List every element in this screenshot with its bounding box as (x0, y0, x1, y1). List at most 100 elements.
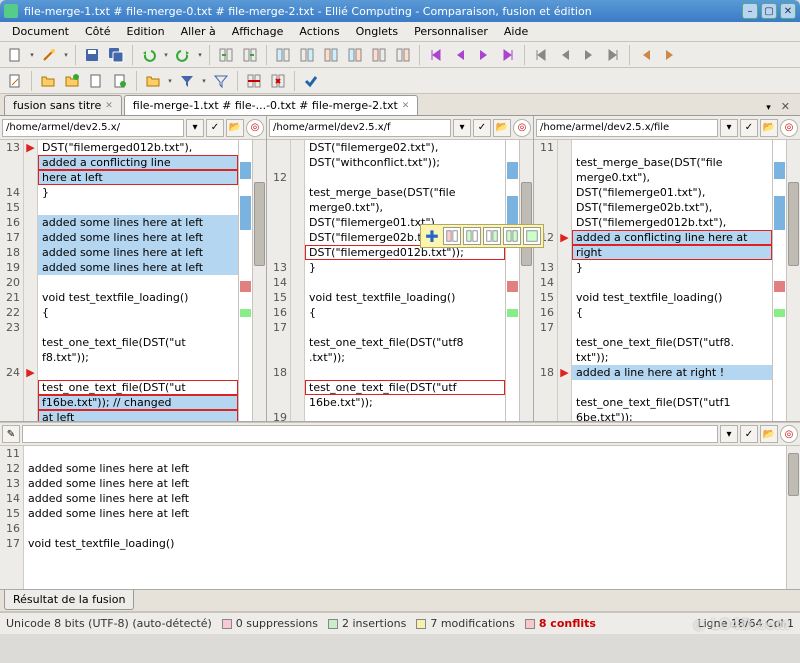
tab-close-icon[interactable]: ✕ (105, 101, 113, 111)
wand-button[interactable] (38, 44, 60, 66)
diff-b-button[interactable] (296, 44, 318, 66)
float-action2-button[interactable] (463, 227, 481, 245)
merged-dropdown[interactable]: ▾ (720, 425, 738, 443)
filter-button[interactable] (176, 70, 198, 92)
pane-2-diffmap[interactable] (772, 140, 786, 421)
pane-0-history-dropdown[interactable]: ▾ (186, 119, 204, 137)
pane-0-check-button[interactable]: ✓ (206, 119, 224, 137)
merge-action-button[interactable] (243, 70, 265, 92)
new-button[interactable] (4, 44, 26, 66)
pane-2-check-button[interactable]: ✓ (740, 119, 758, 137)
undo-button[interactable] (138, 44, 160, 66)
menu-onglets[interactable]: Onglets (348, 23, 406, 40)
nav-first-conflict-button[interactable] (530, 44, 552, 66)
status-conflits: 8 conflits (525, 617, 596, 630)
pane-0-codearea[interactable]: 131415161718192021222324▶▶ DST("filemerg… (0, 140, 266, 421)
merged-check-button[interactable]: ✓ (740, 425, 758, 443)
merged-edit-icon[interactable]: ✎ (2, 425, 20, 443)
pane-1-diffmap[interactable] (505, 140, 519, 421)
pane-1-check-button[interactable]: ✓ (473, 119, 491, 137)
filter-dropdown[interactable]: ▾ (200, 77, 208, 85)
menu-actions[interactable]: Actions (291, 23, 347, 40)
menu-aide[interactable]: Aide (496, 23, 536, 40)
menu-edition[interactable]: Edition (119, 23, 173, 40)
merged-vscroll[interactable] (786, 446, 800, 589)
diff-f-button[interactable] (392, 44, 414, 66)
redo-button[interactable] (172, 44, 194, 66)
pane-1-history-dropdown[interactable]: ▾ (453, 119, 471, 137)
pane-1-path-input[interactable] (269, 119, 451, 137)
nav-next-button[interactable] (473, 44, 495, 66)
nav-next-conflict-button[interactable] (578, 44, 600, 66)
nav-first-button[interactable] (425, 44, 447, 66)
diff-c-button[interactable] (320, 44, 342, 66)
tab-fusion-sans-titre[interactable]: fusion sans titre✕ (4, 95, 122, 115)
nav-h-button[interactable] (659, 44, 681, 66)
merge-left-button[interactable] (215, 44, 237, 66)
merge-left2-button[interactable] (239, 44, 261, 66)
edit-doc-button[interactable] (4, 70, 26, 92)
merged-path-input[interactable] (22, 425, 718, 443)
nav-prev-conflict-button[interactable] (554, 44, 576, 66)
pane-0-target-button[interactable]: ◎ (246, 119, 264, 137)
nav-last-conflict-button[interactable] (602, 44, 624, 66)
diff-d-button[interactable] (344, 44, 366, 66)
pane-2-history-dropdown[interactable]: ▾ (720, 119, 738, 137)
diff-a-button[interactable] (272, 44, 294, 66)
pane-1-vscroll[interactable] (519, 140, 533, 421)
float-action3-button[interactable] (483, 227, 501, 245)
wand-dropdown[interactable]: ▾ (62, 51, 70, 59)
float-action1-button[interactable] (443, 227, 461, 245)
merge-x-button[interactable] (267, 70, 289, 92)
doc-refresh-button[interactable] (109, 70, 131, 92)
pane-0-path-input[interactable] (2, 119, 184, 137)
merged-target-button[interactable]: ◎ (780, 425, 798, 443)
tab-close-icon[interactable]: ✕ (402, 101, 410, 111)
save-all-button[interactable] (105, 44, 127, 66)
merged-browse-button[interactable]: 📂 (760, 425, 778, 443)
new-dropdown[interactable]: ▾ (28, 51, 36, 59)
redo-dropdown[interactable]: ▾ (196, 51, 204, 59)
tabs-dropdown[interactable]: ▾ (762, 101, 775, 115)
pane-2-browse-button[interactable]: 📂 (760, 119, 778, 137)
open-folder2-button[interactable] (61, 70, 83, 92)
pane-2-codearea[interactable]: 111213141516171820▶▶ test_merge_base(DST… (534, 140, 800, 421)
menu-document[interactable]: Document (4, 23, 77, 40)
nav-last-button[interactable] (497, 44, 519, 66)
pane-2-target-button[interactable]: ◎ (780, 119, 798, 137)
menu-cote[interactable]: Côté (77, 23, 119, 40)
pane-0-browse-button[interactable]: 📂 (226, 119, 244, 137)
tab-resultat-fusion[interactable]: Résultat de la fusion (4, 590, 134, 610)
tab-file-merge-active[interactable]: file-merge-1.txt # file-...-0.txt # file… (124, 95, 419, 115)
nav-prev-button[interactable] (449, 44, 471, 66)
minimize-button[interactable]: – (742, 3, 758, 19)
pane-1-browse-button[interactable]: 📂 (493, 119, 511, 137)
undo-dropdown[interactable]: ▾ (162, 51, 170, 59)
nav-g-button[interactable] (635, 44, 657, 66)
close-button[interactable]: ✕ (780, 3, 796, 19)
open-folder-button[interactable] (37, 70, 59, 92)
open-doc-button[interactable] (85, 70, 107, 92)
float-add-button[interactable]: ✚ (423, 227, 441, 245)
pane-2-vscroll[interactable] (786, 140, 800, 421)
folder-open-dropdown[interactable]: ▾ (166, 77, 174, 85)
pane-1-codearea[interactable]: 1213141516171819 DST("filemerge02.txt"),… (267, 140, 533, 421)
float-action4-button[interactable] (503, 227, 521, 245)
float-action5-button[interactable] (523, 227, 541, 245)
apply-button[interactable] (300, 70, 322, 92)
merged-codearea[interactable]: 11121314151617 added some lines here at … (0, 446, 800, 589)
pane-0-vscroll[interactable] (252, 140, 266, 421)
tabs-close-all[interactable]: ✕ (775, 98, 796, 115)
merge-float-toolbar: ✚ (420, 224, 544, 248)
pane-1-target-button[interactable]: ◎ (513, 119, 531, 137)
pane-0-diffmap[interactable] (238, 140, 252, 421)
folder-open-button[interactable] (142, 70, 164, 92)
menu-affichage[interactable]: Affichage (224, 23, 292, 40)
pane-2-path-input[interactable] (536, 119, 718, 137)
menu-aller-a[interactable]: Aller à (173, 23, 224, 40)
save-button[interactable] (81, 44, 103, 66)
menu-personnaliser[interactable]: Personnaliser (406, 23, 496, 40)
filter2-button[interactable] (210, 70, 232, 92)
diff-e-button[interactable] (368, 44, 390, 66)
maximize-button[interactable]: ▢ (761, 3, 777, 19)
